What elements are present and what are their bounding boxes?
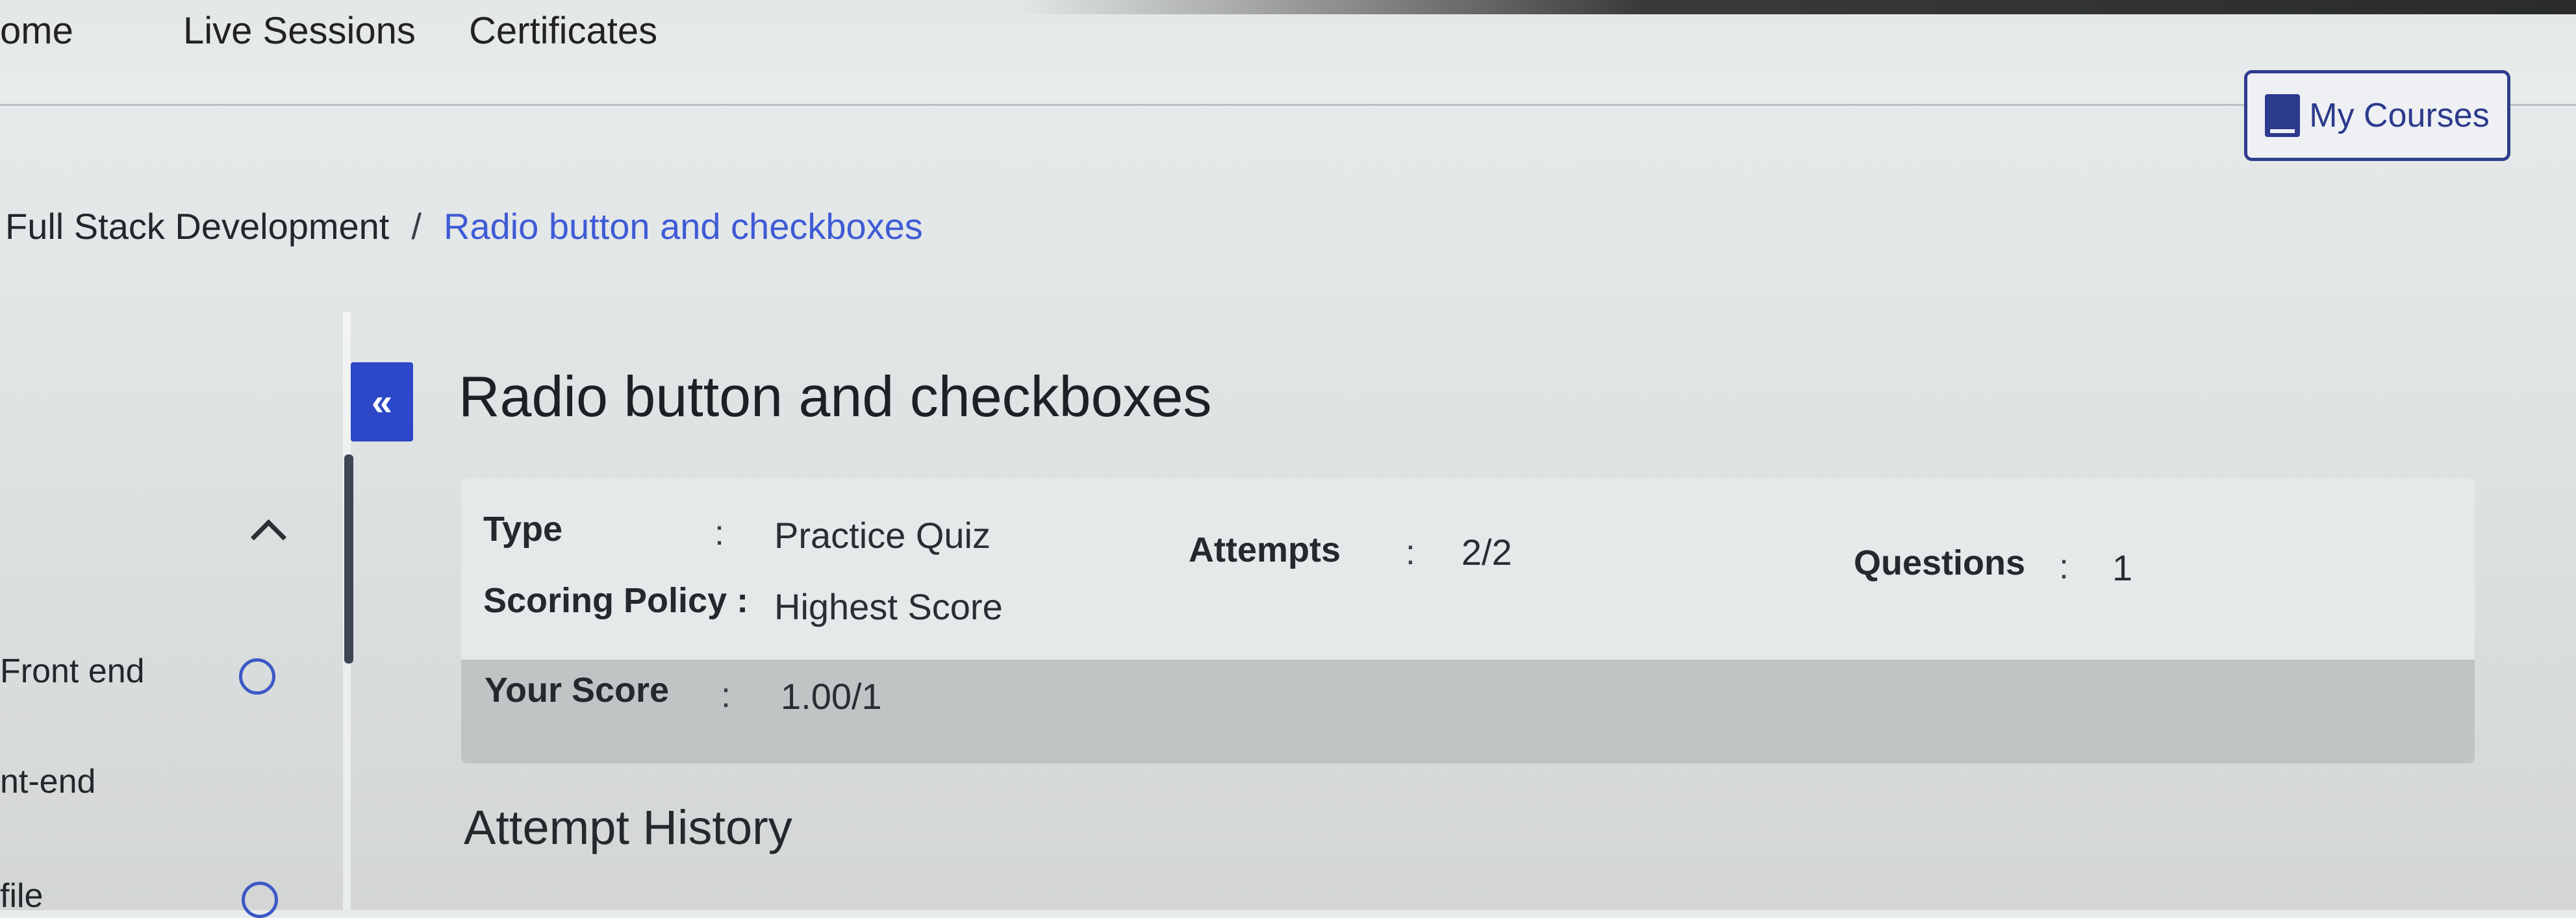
scoring-policy-label: Scoring Policy : — [483, 581, 749, 620]
type-label: Type — [483, 510, 563, 549]
breadcrumb-separator: / — [411, 206, 422, 247]
nav-home-link[interactable]: ome — [0, 9, 73, 53]
collapse-sidebar-button[interactable]: « — [351, 362, 413, 441]
questions-value: 1 — [2112, 547, 2133, 588]
sidebar-item-front-end[interactable]: Front end — [0, 652, 145, 691]
attempts-label: Attempts — [1189, 530, 1341, 569]
scoring-policy-value: Highest Score — [774, 586, 1003, 627]
breadcrumb: Full Stack Development / Radio button an… — [5, 205, 923, 247]
questions-label: Questions — [1854, 543, 2026, 582]
your-score-colon: : — [721, 676, 731, 715]
sidebar-item-status-circle-icon — [239, 658, 275, 695]
type-colon: : — [714, 514, 725, 552]
attempt-history-heading: Attempt History — [464, 800, 792, 854]
sidebar-item-status-circle-icon — [242, 882, 278, 918]
breadcrumb-current[interactable]: Radio button and checkboxes — [444, 205, 923, 247]
your-score-value: 1.00/1 — [781, 676, 882, 717]
book-icon — [2265, 94, 2301, 137]
questions-colon: : — [2059, 547, 2069, 586]
nav-certificates-link[interactable]: Certificates — [469, 9, 657, 53]
chevron-up-icon[interactable] — [250, 519, 287, 556]
your-score-label: Your Score — [485, 671, 670, 710]
my-courses-button[interactable]: My Courses — [2244, 70, 2510, 161]
sidebar-scrollbar[interactable] — [344, 454, 353, 664]
sidebar-item-front-end-2[interactable]: nt-end — [0, 762, 95, 801]
sidebar-item-file[interactable]: file — [0, 876, 43, 915]
nav-live-sessions-link[interactable]: Live Sessions — [183, 9, 416, 53]
attempts-colon: : — [1406, 533, 1416, 572]
type-value: Practice Quiz — [774, 515, 991, 556]
my-courses-label: My Courses — [2309, 97, 2490, 134]
breadcrumb-course-link[interactable]: Full Stack Development — [5, 205, 389, 247]
score-row — [461, 660, 2475, 763]
attempts-value: 2/2 — [1461, 532, 1512, 573]
page-title: Radio button and checkboxes — [459, 364, 1212, 428]
window-edge — [1017, 0, 2576, 14]
